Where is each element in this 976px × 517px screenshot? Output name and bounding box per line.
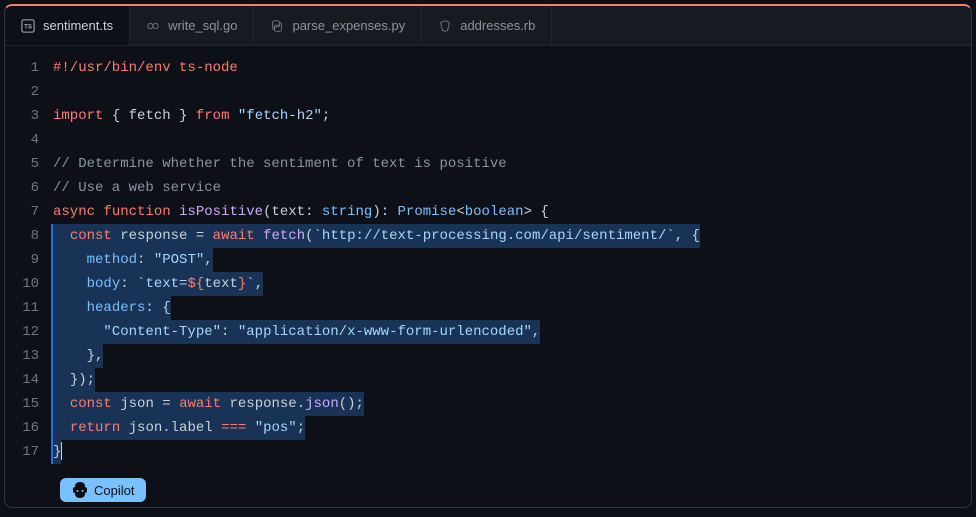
tab-label: addresses.rb	[460, 18, 535, 33]
tab-label: parse_expenses.py	[292, 18, 405, 33]
editor-frame: TS sentiment.ts write_sql.go parse_expen…	[4, 4, 972, 508]
go-icon	[146, 19, 160, 33]
text-cursor	[61, 442, 62, 460]
tab-label: write_sql.go	[168, 18, 237, 33]
tab-bar: TS sentiment.ts write_sql.go parse_expen…	[5, 6, 971, 46]
svg-text:TS: TS	[24, 23, 32, 30]
code-editor[interactable]: 1 #!/usr/bin/env ts-node 2 3 import { fe…	[5, 46, 971, 474]
py-icon	[270, 19, 284, 33]
copilot-badge[interactable]: Copilot	[60, 478, 146, 502]
tab-parse-expenses-py[interactable]: parse_expenses.py	[254, 6, 422, 45]
ts-icon: TS	[21, 19, 35, 33]
copilot-icon	[72, 482, 88, 498]
tab-sentiment-ts[interactable]: TS sentiment.ts	[5, 6, 130, 45]
copilot-label: Copilot	[94, 483, 134, 498]
line-number: 1	[5, 56, 53, 80]
tab-addresses-rb[interactable]: addresses.rb	[422, 6, 552, 45]
tab-label: sentiment.ts	[43, 18, 113, 33]
rb-icon	[438, 19, 452, 33]
code-line: 1 #!/usr/bin/env ts-node	[5, 56, 971, 80]
tab-write-sql-go[interactable]: write_sql.go	[130, 6, 254, 45]
